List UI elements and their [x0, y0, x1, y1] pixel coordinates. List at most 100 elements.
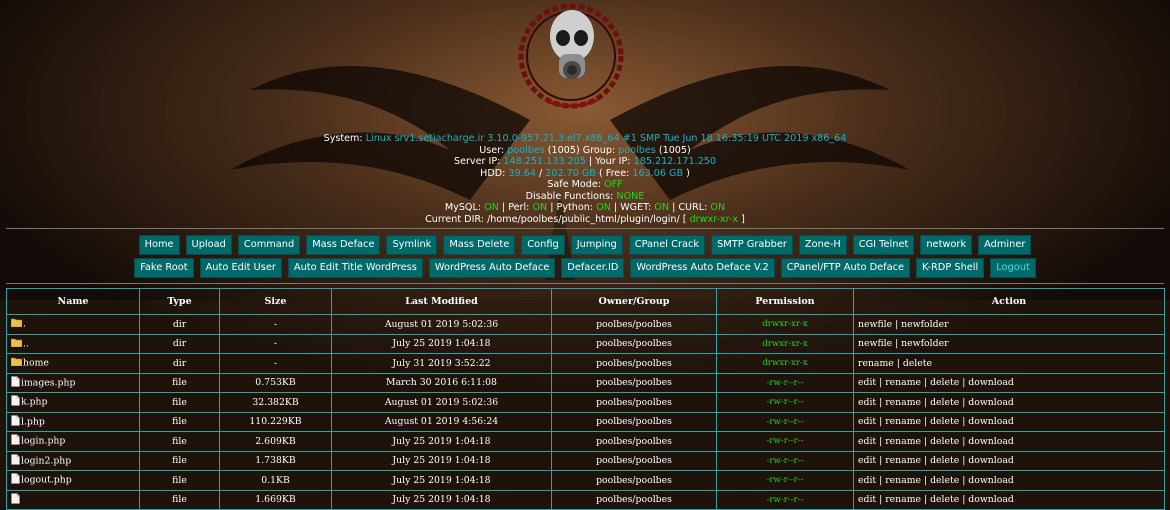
action-download-link[interactable]: download	[968, 475, 1014, 486]
cell-name: login.php	[6, 431, 140, 452]
cell-name: l.php	[6, 411, 140, 432]
action-rename-link[interactable]: rename	[885, 455, 921, 466]
action-newfile-link[interactable]: newfile	[858, 319, 892, 330]
action-download-link[interactable]: download	[968, 377, 1014, 388]
file-name-link[interactable]: logout.php	[21, 475, 72, 486]
file-name-link[interactable]: ..	[23, 338, 29, 349]
col-header-permission: Permission	[716, 288, 854, 315]
cell-permission[interactable]: -rw-r--r--	[716, 392, 854, 413]
menu-button-cpanel-ftp-auto-deface[interactable]: CPanel/FTP Auto Deface	[780, 258, 911, 278]
current-dir-value[interactable]: /home/poolbes/public_html/plugin/login/	[487, 214, 680, 225]
action-rename-link[interactable]: rename	[885, 436, 921, 447]
menu-button-config[interactable]: Config	[521, 235, 565, 255]
action-edit-link[interactable]: edit	[858, 397, 876, 408]
cell-permission[interactable]: -rw-r--r--	[716, 431, 854, 452]
action-separator: |	[892, 338, 902, 350]
action-download-link[interactable]: download	[968, 455, 1014, 466]
cell-permission[interactable]: drwxr-xr-x	[716, 353, 854, 374]
menu-button-k-rdp-shell[interactable]: K-RDP Shell	[916, 258, 985, 278]
menu-button-wordpress-auto-deface-v-2[interactable]: WordPress Auto Deface V.2	[630, 258, 775, 278]
file-name-link[interactable]: k.php	[21, 397, 47, 408]
action-rename-link[interactable]: rename	[885, 494, 921, 505]
action-rename-link[interactable]: rename	[858, 358, 894, 369]
cell-permission[interactable]: -rw-r--r--	[716, 470, 854, 491]
menu-button-mass-deface[interactable]: Mass Deface	[306, 235, 381, 255]
current-dir-label: Current DIR:	[425, 213, 484, 225]
current-dir-perm: drwxr-xr-x	[689, 213, 739, 225]
menu-button-cgi-telnet[interactable]: CGI Telnet	[852, 235, 915, 255]
action-separator: |	[921, 474, 931, 486]
menu-button-smtp-grabber[interactable]: SMTP Grabber	[711, 235, 793, 255]
action-delete-link[interactable]: delete	[930, 494, 959, 505]
action-download-link[interactable]: download	[968, 416, 1014, 427]
menu-button-jumping[interactable]: Jumping	[570, 235, 623, 255]
col-header-type: Type	[139, 288, 220, 315]
action-delete-link[interactable]: delete	[930, 436, 959, 447]
action-newfolder-link[interactable]: newfolder	[901, 319, 948, 330]
action-newfolder-link[interactable]: newfolder	[901, 338, 948, 349]
action-newfile-link[interactable]: newfile	[858, 338, 892, 349]
action-rename-link[interactable]: rename	[885, 397, 921, 408]
wget-label: | WGET:	[613, 202, 652, 213]
action-download-link[interactable]: download	[968, 397, 1014, 408]
action-download-link[interactable]: download	[968, 494, 1014, 505]
cell-permission[interactable]: -rw-r--r--	[716, 372, 854, 393]
perl-label: | Perl:	[501, 202, 530, 213]
hdd-close: )	[686, 167, 690, 179]
action-edit-link[interactable]: edit	[858, 377, 876, 388]
cell-size: 2.609KB	[219, 431, 332, 452]
cell-owner: poolbes/poolbes	[551, 411, 717, 432]
action-rename-link[interactable]: rename	[885, 416, 921, 427]
action-delete-link[interactable]: delete	[930, 397, 959, 408]
action-download-link[interactable]: download	[968, 436, 1014, 447]
file-name-link[interactable]: login.php	[21, 436, 65, 447]
action-separator: |	[876, 396, 886, 408]
menu-button-auto-edit-title-wordpress[interactable]: Auto Edit Title WordPress	[287, 258, 423, 278]
cell-owner: poolbes/poolbes	[551, 353, 717, 374]
menu-button-cpanel-crack[interactable]: CPanel Crack	[628, 235, 706, 255]
file-name-link[interactable]: l.php	[21, 416, 45, 427]
action-separator: |	[959, 416, 969, 428]
action-rename-link[interactable]: rename	[885, 377, 921, 388]
menu-button-network[interactable]: network	[920, 235, 973, 255]
menu-button-upload[interactable]: Upload	[185, 235, 232, 255]
cell-permission[interactable]: -rw-r--r--	[716, 450, 854, 471]
cell-action: edit | rename | delete | download	[853, 431, 1165, 452]
cell-permission[interactable]: -rw-r--r--	[716, 411, 854, 432]
menu-button-mass-delete[interactable]: Mass Delete	[443, 235, 516, 255]
action-delete-link[interactable]: delete	[930, 455, 959, 466]
action-edit-link[interactable]: edit	[858, 416, 876, 427]
menu-button-symlink[interactable]: Symlink	[386, 235, 438, 255]
menu-button-auto-edit-user[interactable]: Auto Edit User	[199, 258, 282, 278]
action-separator: |	[921, 494, 931, 506]
menu-button-wordpress-auto-deface[interactable]: WordPress Auto Deface	[428, 258, 556, 278]
divider-top	[6, 228, 1164, 229]
action-rename-link[interactable]: rename	[885, 475, 921, 486]
menu-button-defacer-id[interactable]: Defacer.ID	[561, 258, 625, 278]
file-name-link[interactable]: .	[23, 319, 26, 330]
action-edit-link[interactable]: edit	[858, 475, 876, 486]
menu-button-logout[interactable]: Logout	[990, 258, 1036, 278]
cell-permission[interactable]: drwxr-xr-x	[716, 314, 854, 335]
cell-permission[interactable]: -rw-r--r--	[716, 489, 854, 510]
action-delete-link[interactable]: delete	[930, 475, 959, 486]
system-label: System:	[323, 133, 363, 144]
menu-button-home[interactable]: Home	[138, 235, 180, 255]
file-name-link[interactable]: login2.php	[21, 455, 71, 466]
file-name-link[interactable]: home	[23, 358, 49, 369]
action-separator: |	[892, 318, 902, 330]
action-edit-link[interactable]: edit	[858, 455, 876, 466]
action-delete-link[interactable]: delete	[930, 377, 959, 388]
action-edit-link[interactable]: edit	[858, 494, 876, 505]
python-value: ON	[596, 202, 611, 213]
menu-button-adminer[interactable]: Adminer	[978, 235, 1032, 255]
file-name-link[interactable]: images.php	[21, 377, 75, 388]
action-delete-link[interactable]: delete	[930, 416, 959, 427]
menu-button-zone-h[interactable]: Zone-H	[798, 235, 847, 255]
menu-button-command[interactable]: Command	[237, 235, 301, 255]
action-edit-link[interactable]: edit	[858, 436, 876, 447]
menu-button-fake-root[interactable]: Fake Root	[134, 258, 194, 278]
action-separator: |	[893, 357, 903, 369]
action-delete-link[interactable]: delete	[903, 358, 932, 369]
cell-permission[interactable]: drwxr-xr-x	[716, 333, 854, 354]
